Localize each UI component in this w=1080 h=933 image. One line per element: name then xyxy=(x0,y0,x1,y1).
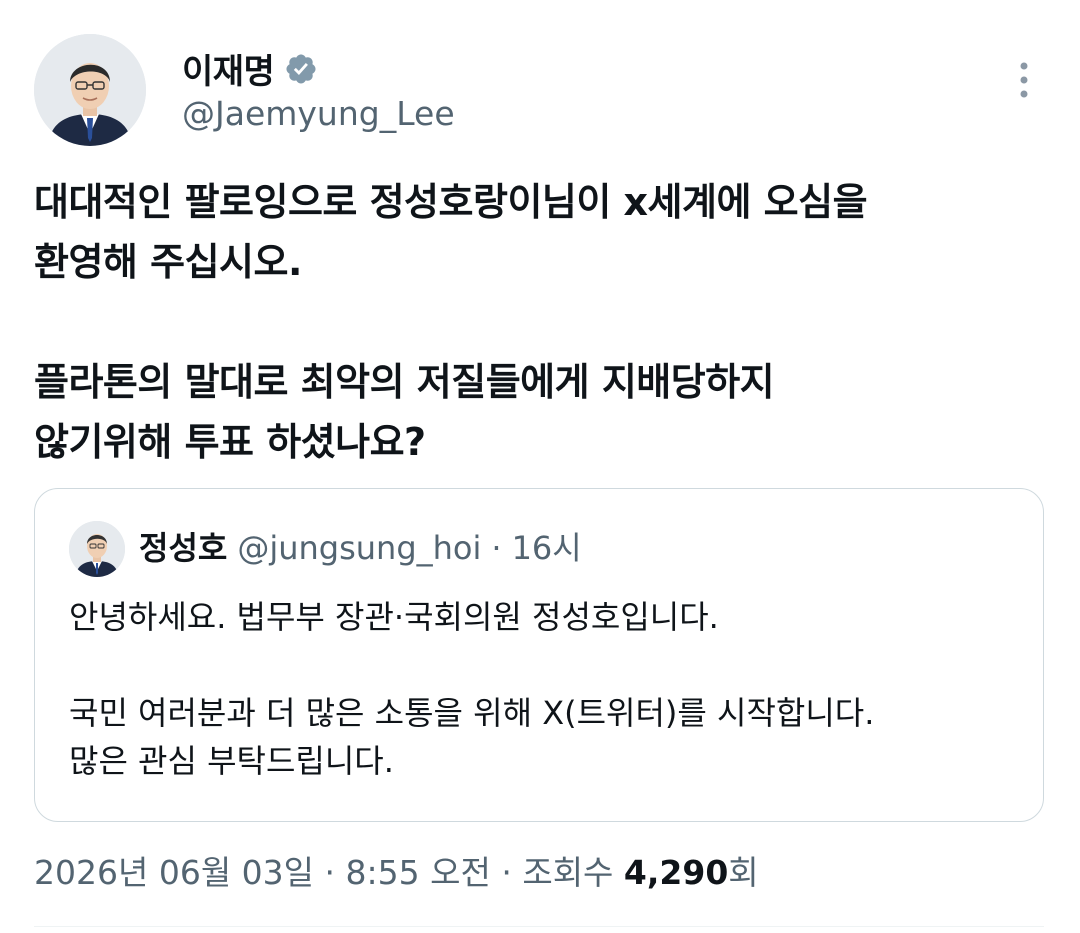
verified-badge-icon[interactable] xyxy=(284,52,318,86)
quoted-author-avatar[interactable] xyxy=(69,521,125,577)
views-label: 조회수 xyxy=(522,853,624,892)
quoted-timestamp[interactable]: 16시 xyxy=(512,523,582,569)
author-name-row: 이재명 xyxy=(182,44,318,93)
views-suffix: 회 xyxy=(728,853,759,892)
author-handle[interactable]: @Jaemyung_Lee xyxy=(182,94,455,133)
separator-dot: · xyxy=(490,853,523,892)
author-name[interactable]: 이재명 xyxy=(182,44,275,93)
quoted-tweet-text: 안녕하세요. 법무부 장관·국회의원 정성호입니다. 국민 여러분과 더 많은 … xyxy=(69,593,1009,785)
tweet-line: 플라톤의 말대로 최악의 저질들에게 지배당하지 xyxy=(34,360,775,404)
quoted-tweet-header: 정성호 @jungsung_hoi · 16시 xyxy=(139,523,582,569)
separator-dot: · xyxy=(491,529,502,567)
tweet-time[interactable]: 8:55 오전 xyxy=(346,853,491,892)
tweet-line: 환영해 주십시오. xyxy=(34,240,302,284)
quoted-author-name[interactable]: 정성호 xyxy=(139,523,227,569)
tweet-line: 않기위해 투표 하셨나요? xyxy=(34,420,426,464)
views-count: 4,290 xyxy=(623,853,729,892)
quoted-line: 국민 여러분과 더 많은 소통을 위해 X(트위터)를 시작합니다. xyxy=(69,694,875,732)
quoted-line: 많은 관심 부탁드립니다. xyxy=(69,742,394,780)
divider xyxy=(34,926,1044,927)
quoted-tweet-card[interactable]: 정성호 @jungsung_hoi · 16시 안녕하세요. 법무부 장관·국회… xyxy=(34,488,1044,822)
tweet-meta: 2026년 06월 03일 · 8:55 오전 · 조회수 4,290회 xyxy=(34,846,759,894)
quoted-author-handle[interactable]: @jungsung_hoi xyxy=(237,529,481,567)
separator-dot: · xyxy=(314,853,346,892)
tweet-text: 대대적인 팔로잉으로 정성호랑이님이 x세계에 오심을 환영해 주십시오. 플라… xyxy=(34,172,1044,472)
quoted-line: 안녕하세요. 법무부 장관·국회의원 정성호입니다. xyxy=(69,598,719,636)
author-avatar[interactable] xyxy=(34,34,146,146)
profile-photo xyxy=(34,34,146,146)
more-options-icon[interactable] xyxy=(1006,60,1042,100)
tweet-date[interactable]: 2026년 06월 03일 xyxy=(34,853,314,892)
tweet-line: 대대적인 팔로잉으로 정성호랑이님이 x세계에 오심을 xyxy=(34,180,868,224)
profile-photo xyxy=(69,521,125,577)
